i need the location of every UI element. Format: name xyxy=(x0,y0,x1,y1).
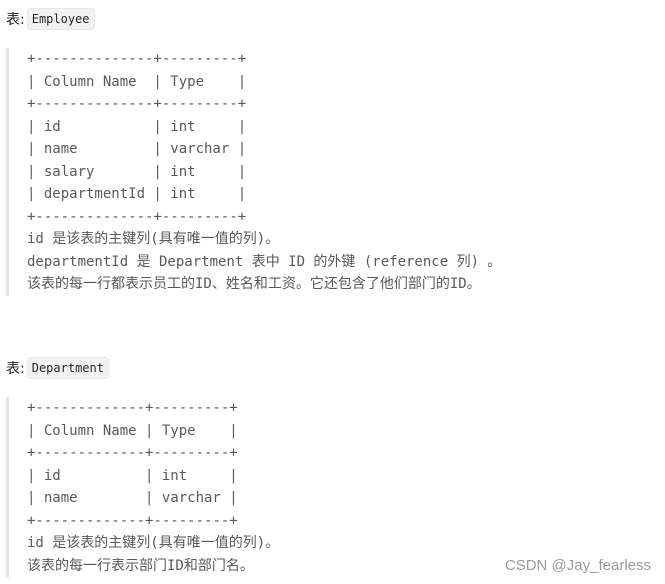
schema-row: | id | int | xyxy=(27,118,247,135)
schema-line: +-------------+---------+ xyxy=(27,445,238,461)
schema-line: +--------------+---------+ xyxy=(27,96,247,112)
schema-line: +-------------+---------+ xyxy=(27,512,238,529)
schema-note: id 是该表的主键列(具有唯一值的列)。 xyxy=(27,231,280,247)
schema-header-row: | Column Name | Type | xyxy=(27,422,238,439)
department-table-heading: 表: Department xyxy=(6,357,109,379)
schema-note: 该表的每一行都表示员工的ID、姓名和工资。它还包含了他们部门的ID。 xyxy=(27,276,481,292)
department-schema-block: +-------------+---------+ | Column Name … xyxy=(6,397,279,577)
watermark: CSDN @Jay_fearless xyxy=(504,557,651,574)
schema-row: | id | int | xyxy=(27,467,238,484)
schema-row: | name | varchar | xyxy=(27,141,247,157)
schema-header-row: | Column Name | Type | xyxy=(27,73,247,90)
employee-schema-block: +--------------+---------+ | Column Name… xyxy=(6,48,501,296)
schema-line: +--------------+---------+ xyxy=(27,51,247,67)
schema-line: +-------------+---------+ xyxy=(27,400,238,416)
schema-note: departmentId 是 Department 表中 ID 的外键 (ref… xyxy=(27,253,502,270)
table-label: 表: xyxy=(6,361,25,377)
table-name-code: Department xyxy=(26,357,109,379)
schema-note: id 是该表的主键列(具有唯一值的列)。 xyxy=(27,535,280,551)
schema-note: 该表的每一行表示部门ID和部门名。 xyxy=(27,557,254,574)
schema-row: | salary | int | xyxy=(27,163,247,180)
table-name-code: Employee xyxy=(26,8,95,30)
schema-row: | departmentId | int | xyxy=(27,186,247,202)
schema-line: +--------------+---------+ xyxy=(27,208,247,225)
employee-table-heading: 表: Employee xyxy=(6,8,95,30)
schema-row: | name | varchar | xyxy=(27,490,238,506)
table-label: 表: xyxy=(6,12,25,28)
